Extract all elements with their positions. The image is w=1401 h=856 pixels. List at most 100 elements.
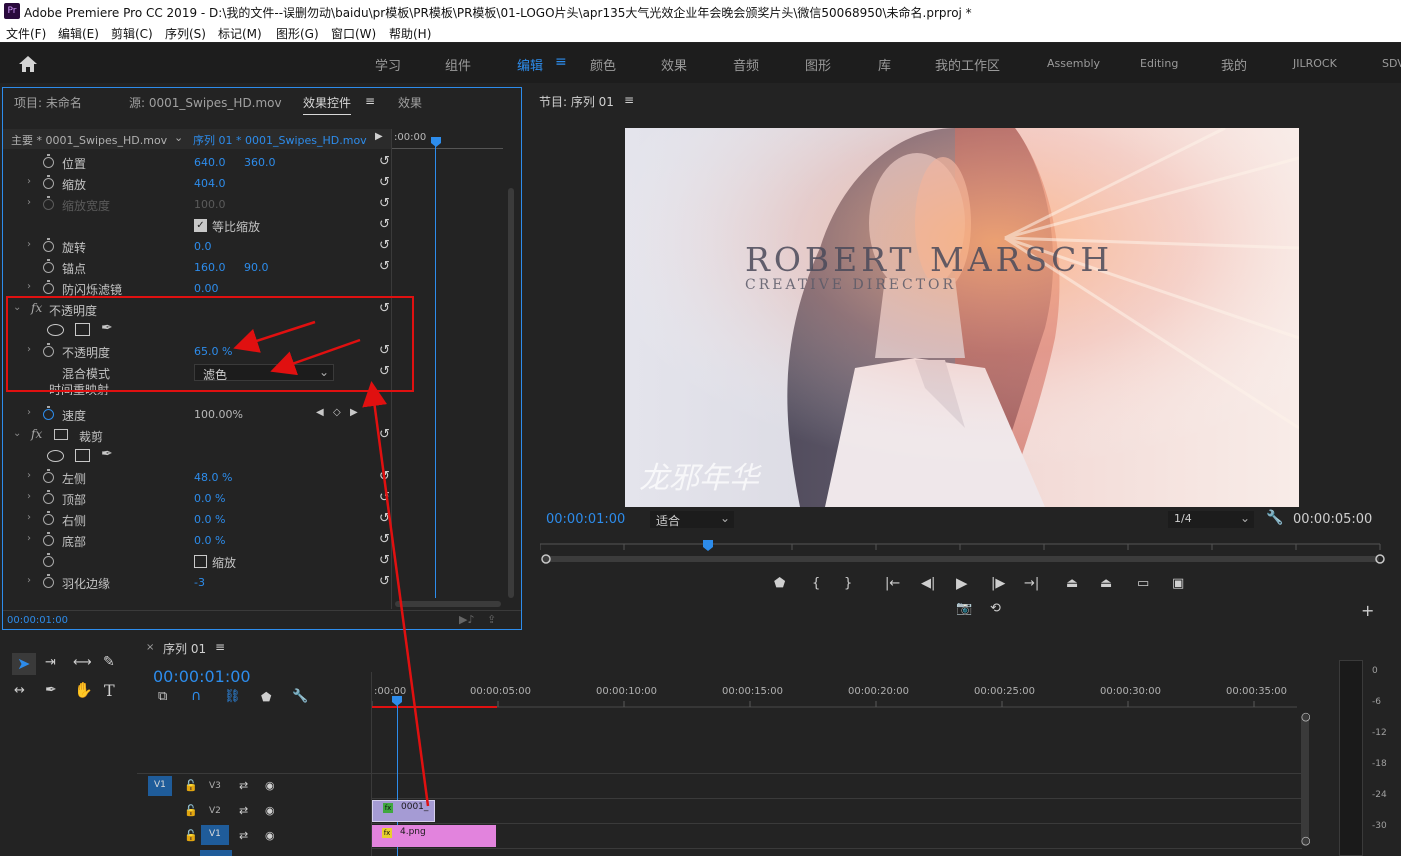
timeline-ruler-ticks[interactable] <box>372 697 1302 711</box>
tab-effects[interactable]: 效果 <box>398 94 422 111</box>
lock-icon[interactable]: 🔓 <box>184 779 198 792</box>
wrench-icon[interactable]: 🔧 <box>1266 510 1283 526</box>
crop-bottom-value[interactable]: 0.0 % <box>194 534 225 547</box>
prev-keyframe-icon[interactable]: ◀ <box>316 407 324 418</box>
add-marker-icon[interactable]: ⬟ <box>774 576 785 591</box>
menu-sequence[interactable]: 序列(S) <box>165 25 206 42</box>
eye-icon[interactable]: ◉ <box>265 829 275 842</box>
workspace-effects[interactable]: 效果 <box>661 55 687 74</box>
stopwatch-icon[interactable] <box>43 259 54 273</box>
extract-icon[interactable]: ⏏ <box>1100 576 1112 591</box>
stopwatch-icon[interactable] <box>43 553 54 567</box>
close-tab-icon[interactable]: × <box>146 642 154 653</box>
ec-horizontal-scrollbar[interactable] <box>395 601 501 607</box>
lock-icon[interactable]: 🔓 <box>184 829 198 842</box>
panel-menu-icon[interactable]: ≡ <box>215 640 225 654</box>
antiflicker-value[interactable]: 0.00 <box>194 282 219 295</box>
add-keyframe-icon[interactable]: ◇ <box>333 407 341 418</box>
reset-icon[interactable]: ↺ <box>379 533 393 547</box>
sync-lock-icon[interactable]: ⇄ <box>239 829 248 842</box>
stopwatch-icon[interactable] <box>43 532 54 546</box>
fx-badge[interactable]: fx <box>31 427 42 441</box>
track-target-a1[interactable] <box>200 850 232 856</box>
menu-marker[interactable]: 标记(M) <box>218 25 262 42</box>
go-to-out-icon[interactable]: →| <box>1024 576 1039 591</box>
workspace-menu-icon[interactable]: ≡ <box>555 54 567 70</box>
workspace-sdv[interactable]: SDV <box>1382 57 1401 70</box>
stopwatch-icon[interactable] <box>43 280 54 294</box>
workspace-assembly-cn[interactable]: 组件 <box>445 55 471 74</box>
add-marker-icon[interactable]: ⬟ <box>261 690 271 704</box>
eye-icon[interactable]: ◉ <box>265 779 275 792</box>
workspace-jilrock[interactable]: JILROCK <box>1293 57 1337 70</box>
menu-edit[interactable]: 编辑(E) <box>58 25 99 42</box>
stopwatch-active-icon[interactable] <box>43 406 54 420</box>
stopwatch-icon[interactable] <box>43 511 54 525</box>
chevron-right-icon[interactable]: › <box>27 239 31 250</box>
nest-icon[interactable]: ⧉ <box>158 689 167 704</box>
tab-effect-controls[interactable]: 效果控件 <box>303 94 352 115</box>
step-forward-icon[interactable]: |▶ <box>991 576 1005 591</box>
reset-icon[interactable]: ↺ <box>379 176 393 190</box>
next-keyframe-icon[interactable]: ▶ <box>350 407 358 418</box>
chevron-down-icon[interactable]: ⌄ <box>174 131 183 144</box>
workspace-my-workspace[interactable]: 我的工作区 <box>935 55 1000 74</box>
menu-graphics[interactable]: 图形(G) <box>276 25 319 42</box>
uniform-scale-checkbox[interactable]: ✓ <box>194 219 207 232</box>
ec-current-time[interactable]: 00:00:01:00 <box>7 615 68 626</box>
workspace-assembly[interactable]: Assembly <box>1047 57 1100 70</box>
hand-tool-icon[interactable]: ✋ <box>74 681 93 699</box>
reset-icon[interactable]: ↺ <box>379 260 393 274</box>
program-timecode[interactable]: 00:00:01:00 <box>546 512 625 527</box>
mark-out-icon[interactable]: } <box>844 576 852 591</box>
program-ruler[interactable] <box>540 538 1390 566</box>
reset-icon[interactable]: ↺ <box>379 218 393 232</box>
ec-playhead-handle[interactable] <box>431 137 441 147</box>
timeline-vertical-scrollbar[interactable] <box>1301 714 1309 846</box>
eye-icon[interactable]: ◉ <box>265 804 275 817</box>
feather-value[interactable]: -3 <box>194 576 205 589</box>
reset-icon[interactable]: ↺ <box>379 554 393 568</box>
zoom-handle-bottom-icon[interactable]: ○ <box>1301 834 1311 847</box>
lift-icon[interactable]: ⏏ <box>1066 576 1078 591</box>
timeline-settings-icon[interactable]: 🔧 <box>292 689 308 704</box>
chevron-right-icon[interactable]: › <box>27 470 31 481</box>
rotation-value[interactable]: 0.0 <box>194 240 212 253</box>
export-frame-icon[interactable]: 📷 <box>956 601 972 616</box>
timeline-tab[interactable]: 序列 01 <box>163 640 206 657</box>
stopwatch-icon[interactable] <box>43 154 54 168</box>
stopwatch-icon[interactable] <box>43 238 54 252</box>
zoom-checkbox[interactable] <box>194 555 207 568</box>
scale-value[interactable]: 404.0 <box>194 177 226 190</box>
pen-tool-icon[interactable]: ✒ <box>45 682 57 698</box>
resolution-select[interactable]: 1/4 ⌄ <box>1168 511 1254 528</box>
sequence-clip-name[interactable]: 序列 01 * 0001_Swipes_HD.mov <box>193 132 367 148</box>
play-icon[interactable]: ▶ <box>956 574 968 592</box>
menu-file[interactable]: 文件(F) <box>6 25 46 42</box>
crop-right-value[interactable]: 0.0 % <box>194 513 225 526</box>
pen-mask-icon[interactable]: ✒ <box>101 446 113 462</box>
position-x-value[interactable]: 640.0 <box>194 156 226 169</box>
slip-tool-icon[interactable]: ↔ <box>14 683 25 698</box>
chevron-right-icon[interactable]: › <box>27 491 31 502</box>
tab-project[interactable]: 项目: 未命名 <box>14 94 82 111</box>
workspace-audio[interactable]: 音频 <box>733 55 759 74</box>
go-to-in-icon[interactable]: |← <box>885 576 900 591</box>
transform-box-icon[interactable] <box>54 429 68 440</box>
anchor-y-value[interactable]: 90.0 <box>244 261 269 274</box>
track-select-tool-icon[interactable]: ⇥ <box>45 655 56 670</box>
panel-menu-icon[interactable]: ≡ <box>624 93 634 107</box>
position-y-value[interactable]: 360.0 <box>244 156 276 169</box>
zoom-handle-top-icon[interactable]: ○ <box>1301 710 1311 723</box>
linked-selection-icon[interactable]: ⛓ <box>224 689 241 704</box>
chevron-right-icon[interactable]: › <box>27 512 31 523</box>
reset-icon[interactable]: ↺ <box>379 575 393 589</box>
reset-icon[interactable]: ↺ <box>379 470 393 484</box>
chevron-right-icon[interactable]: › <box>27 407 31 418</box>
workspace-editing[interactable]: Editing <box>1140 57 1178 70</box>
ripple-edit-tool-icon[interactable]: ⟷ <box>73 655 92 670</box>
clip-v2[interactable]: fx 0001_ <box>372 800 435 822</box>
stopwatch-icon[interactable] <box>43 490 54 504</box>
compare-view-icon[interactable]: ▣ <box>1172 576 1184 591</box>
speed-value[interactable]: 100.00% <box>194 408 243 421</box>
